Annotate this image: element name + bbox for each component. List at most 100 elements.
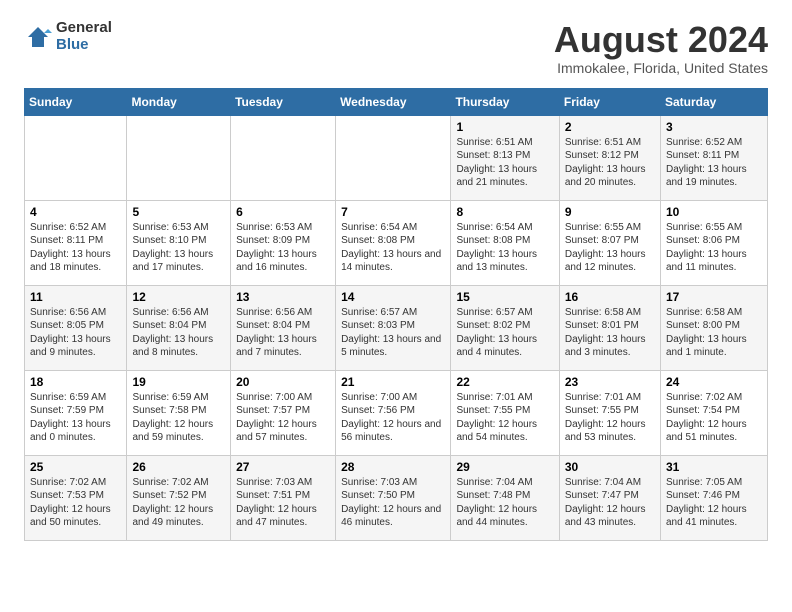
cell-3-6: 24 Sunrise: 7:02 AM Sunset: 7:54 PM Dayli… [661, 370, 768, 455]
cell-3-4: 22 Sunrise: 7:01 AM Sunset: 7:55 PM Dayli… [451, 370, 559, 455]
week-row-5: 25Sunrise: 7:02 AM Sunset: 7:53 PM Dayli… [25, 455, 768, 540]
title-area: August 2024 Immokalee, Florida, United S… [554, 20, 768, 76]
day-info: Sunrise: 6:53 AM Sunset: 8:09 PM Dayligh… [236, 221, 330, 275]
day-number: 13 [236, 290, 330, 304]
logo-icon [24, 23, 52, 51]
cell-1-1: 5 Sunrise: 6:53 AM Sunset: 8:10 PM Daylig… [127, 200, 231, 285]
day-number: 30 [565, 460, 655, 474]
day-info: Sunrise: 7:04 AM Sunset: 7:47 PM Dayligh… [565, 476, 655, 530]
cell-3-2: 20Sunrise: 7:00 AM Sunset: 7:57 PM Dayli… [231, 370, 336, 455]
day-number: 11 [30, 290, 121, 304]
day-number: 3 [666, 120, 762, 134]
cell-0-1 [127, 115, 231, 200]
day-info: Sunrise: 6:52 AM Sunset: 8:11 PM Dayligh… [30, 221, 121, 275]
day-number: 23 [565, 375, 655, 389]
calendar-header: SundayMondayTuesdayWednesdayThursdayFrid… [25, 88, 768, 115]
day-info: Sunrise: 6:56 AM Sunset: 8:05 PM Dayligh… [30, 306, 121, 360]
day-number: 18 [30, 375, 121, 389]
cell-0-4: 1Sunrise: 6:51 AM Sunset: 8:13 PM Daylig… [451, 115, 559, 200]
day-info: Sunrise: 7:00 AM Sunset: 7:56 PM Dayligh… [341, 391, 445, 445]
header-wednesday: Wednesday [336, 88, 451, 115]
cell-3-3: 21 Sunrise: 7:00 AM Sunset: 7:56 PM Dayli… [336, 370, 451, 455]
day-number: 26 [132, 460, 225, 474]
header-sunday: Sunday [25, 88, 127, 115]
header-saturday: Saturday [661, 88, 768, 115]
day-info: Sunrise: 7:00 AM Sunset: 7:57 PM Dayligh… [236, 391, 330, 445]
cell-4-0: 25Sunrise: 7:02 AM Sunset: 7:53 PM Dayli… [25, 455, 127, 540]
day-number: 19 [132, 375, 225, 389]
day-number: 14 [341, 290, 445, 304]
header-row: SundayMondayTuesdayWednesdayThursdayFrid… [25, 88, 768, 115]
day-info: Sunrise: 6:59 AM Sunset: 7:59 PM Dayligh… [30, 391, 121, 445]
calendar-table: SundayMondayTuesdayWednesdayThursdayFrid… [24, 88, 768, 541]
cell-0-3 [336, 115, 451, 200]
cell-4-6: 31Sunrise: 7:05 AM Sunset: 7:46 PM Dayli… [661, 455, 768, 540]
cell-2-1: 12Sunrise: 6:56 AM Sunset: 8:04 PM Dayli… [127, 285, 231, 370]
header-friday: Friday [559, 88, 660, 115]
week-row-4: 18 Sunrise: 6:59 AM Sunset: 7:59 PM Dayli… [25, 370, 768, 455]
day-info: Sunrise: 6:54 AM Sunset: 8:08 PM Dayligh… [456, 221, 553, 275]
day-number: 25 [30, 460, 121, 474]
cell-2-4: 15Sunrise: 6:57 AM Sunset: 8:02 PM Dayli… [451, 285, 559, 370]
day-info: Sunrise: 7:03 AM Sunset: 7:51 PM Dayligh… [236, 476, 330, 530]
day-number: 27 [236, 460, 330, 474]
day-number: 15 [456, 290, 553, 304]
cell-1-0: 4Sunrise: 6:52 AM Sunset: 8:11 PM Daylig… [25, 200, 127, 285]
cell-4-3: 28 Sunrise: 7:03 AM Sunset: 7:50 PM Dayli… [336, 455, 451, 540]
cell-1-2: 6 Sunrise: 6:53 AM Sunset: 8:09 PM Daylig… [231, 200, 336, 285]
cell-4-5: 30 Sunrise: 7:04 AM Sunset: 7:47 PM Dayli… [559, 455, 660, 540]
day-number: 10 [666, 205, 762, 219]
day-info: Sunrise: 6:58 AM Sunset: 8:00 PM Dayligh… [666, 306, 762, 360]
cell-1-4: 8 Sunrise: 6:54 AM Sunset: 8:08 PM Daylig… [451, 200, 559, 285]
day-info: Sunrise: 6:51 AM Sunset: 8:12 PM Dayligh… [565, 136, 655, 190]
day-info: Sunrise: 6:59 AM Sunset: 7:58 PM Dayligh… [132, 391, 225, 445]
cell-2-3: 14Sunrise: 6:57 AM Sunset: 8:03 PM Dayli… [336, 285, 451, 370]
cell-4-4: 29Sunrise: 7:04 AM Sunset: 7:48 PM Dayli… [451, 455, 559, 540]
day-info: Sunrise: 6:55 AM Sunset: 8:07 PM Dayligh… [565, 221, 655, 275]
day-info: Sunrise: 6:55 AM Sunset: 8:06 PM Dayligh… [666, 221, 762, 275]
cell-4-2: 27 Sunrise: 7:03 AM Sunset: 7:51 PM Dayli… [231, 455, 336, 540]
day-number: 5 [132, 205, 225, 219]
day-info: Sunrise: 7:01 AM Sunset: 7:55 PM Dayligh… [456, 391, 553, 445]
logo: General Blue [24, 20, 112, 53]
day-number: 31 [666, 460, 762, 474]
cell-2-6: 17 Sunrise: 6:58 AM Sunset: 8:00 PM Dayli… [661, 285, 768, 370]
day-number: 16 [565, 290, 655, 304]
day-number: 21 [341, 375, 445, 389]
day-number: 22 [456, 375, 553, 389]
day-info: Sunrise: 7:01 AM Sunset: 7:55 PM Dayligh… [565, 391, 655, 445]
cell-1-3: 7Sunrise: 6:54 AM Sunset: 8:08 PM Daylig… [336, 200, 451, 285]
cell-2-2: 13 Sunrise: 6:56 AM Sunset: 8:04 PM Dayli… [231, 285, 336, 370]
day-number: 9 [565, 205, 655, 219]
cell-3-1: 19 Sunrise: 6:59 AM Sunset: 7:58 PM Dayli… [127, 370, 231, 455]
week-row-3: 11 Sunrise: 6:56 AM Sunset: 8:05 PM Dayli… [25, 285, 768, 370]
cell-1-5: 9 Sunrise: 6:55 AM Sunset: 8:07 PM Daylig… [559, 200, 660, 285]
day-number: 12 [132, 290, 225, 304]
day-number: 28 [341, 460, 445, 474]
logo-general-text: General [56, 20, 112, 37]
header-monday: Monday [127, 88, 231, 115]
header-tuesday: Tuesday [231, 88, 336, 115]
cell-4-1: 26Sunrise: 7:02 AM Sunset: 7:52 PM Dayli… [127, 455, 231, 540]
main-title: August 2024 [554, 20, 768, 60]
cell-0-5: 2 Sunrise: 6:51 AM Sunset: 8:12 PM Daylig… [559, 115, 660, 200]
week-row-2: 4Sunrise: 6:52 AM Sunset: 8:11 PM Daylig… [25, 200, 768, 285]
day-info: Sunrise: 6:53 AM Sunset: 8:10 PM Dayligh… [132, 221, 225, 275]
day-info: Sunrise: 6:56 AM Sunset: 8:04 PM Dayligh… [236, 306, 330, 360]
day-info: Sunrise: 6:51 AM Sunset: 8:13 PM Dayligh… [456, 136, 553, 190]
cell-3-5: 23 Sunrise: 7:01 AM Sunset: 7:55 PM Dayli… [559, 370, 660, 455]
week-row-1: 1Sunrise: 6:51 AM Sunset: 8:13 PM Daylig… [25, 115, 768, 200]
day-info: Sunrise: 7:03 AM Sunset: 7:50 PM Dayligh… [341, 476, 445, 530]
day-number: 6 [236, 205, 330, 219]
cell-3-0: 18 Sunrise: 6:59 AM Sunset: 7:59 PM Dayli… [25, 370, 127, 455]
day-info: Sunrise: 6:52 AM Sunset: 8:11 PM Dayligh… [666, 136, 762, 190]
day-info: Sunrise: 7:02 AM Sunset: 7:54 PM Dayligh… [666, 391, 762, 445]
day-info: Sunrise: 6:54 AM Sunset: 8:08 PM Dayligh… [341, 221, 445, 275]
cell-0-0 [25, 115, 127, 200]
header: General Blue August 2024 Immokalee, Flor… [24, 20, 768, 76]
day-number: 2 [565, 120, 655, 134]
day-number: 17 [666, 290, 762, 304]
day-info: Sunrise: 7:04 AM Sunset: 7:48 PM Dayligh… [456, 476, 553, 530]
day-number: 8 [456, 205, 553, 219]
day-number: 24 [666, 375, 762, 389]
